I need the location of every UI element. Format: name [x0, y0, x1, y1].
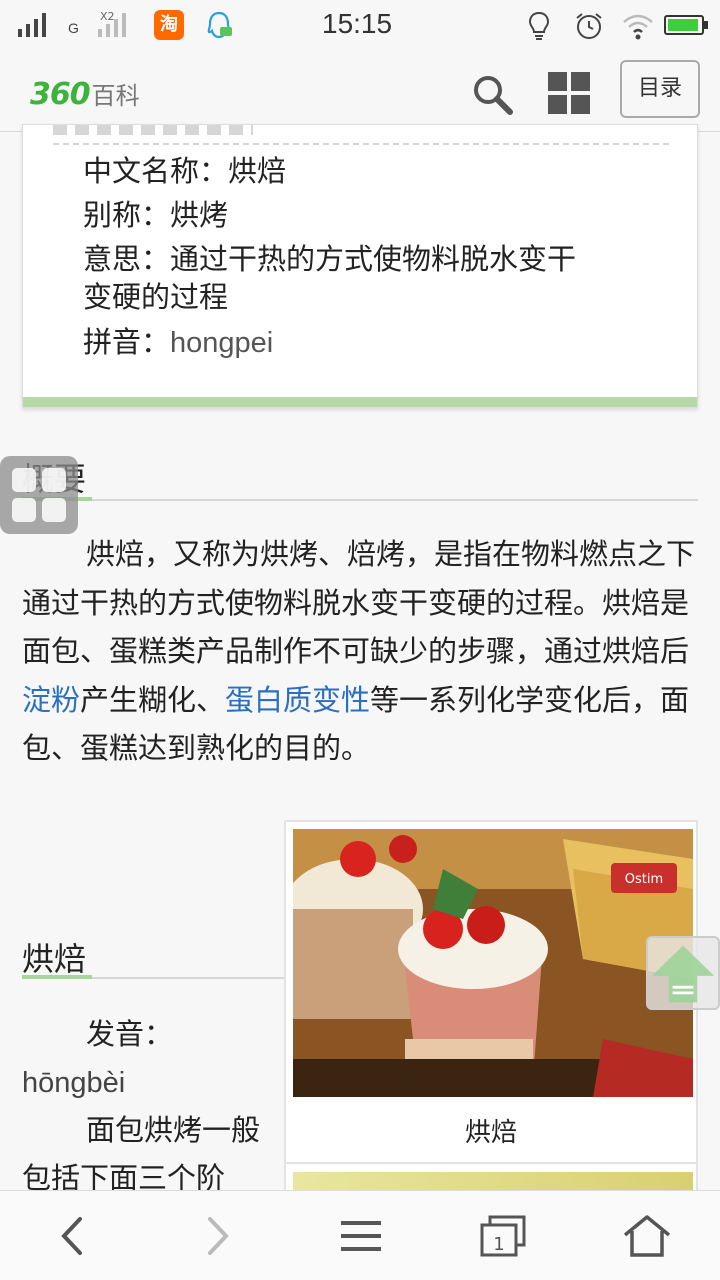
signal-icon	[18, 13, 58, 37]
pronunciation-label: 发音：	[86, 1017, 174, 1051]
tabs-icon[interactable]: 1	[478, 1213, 528, 1259]
section-hongbei-underline	[22, 975, 92, 979]
network-2-label: X2	[100, 10, 115, 23]
tabs-count: 1	[493, 1234, 504, 1255]
bottom-nav-bar: 1	[0, 1190, 720, 1280]
link-starch[interactable]: 淀粉	[22, 683, 80, 717]
floating-menu-button[interactable]	[0, 456, 78, 534]
qq-notification-icon	[207, 11, 232, 39]
forward-icon[interactable]	[192, 1213, 242, 1259]
section-hongbei-text: 面包烘烤一般包括下面三个阶	[22, 1113, 261, 1195]
menu-icon[interactable]	[336, 1213, 386, 1259]
toc-button[interactable]: 目录	[620, 60, 700, 118]
cake-photo[interactable]: Ostim	[293, 829, 693, 1097]
battery-icon	[664, 15, 708, 35]
clock: 15:15	[322, 8, 393, 39]
info-row-pinyin: 拼音：hongpei	[83, 325, 274, 359]
status-bar: G X2 淘 15:15	[0, 0, 720, 50]
wifi-icon	[623, 14, 653, 40]
logo[interactable]: 360 百科	[30, 76, 140, 112]
card-divider	[53, 143, 669, 145]
overview-paragraph: 烘焙，又称为烘烤、焙烤，是指在物料燃点之下通过干热的方式使物料脱水变干变硬的过程…	[22, 537, 696, 765]
section-hongbei-heading: 烘焙	[22, 940, 87, 978]
logo-number: 360	[30, 77, 91, 112]
info-row-meaning-cont: 变硬的过程	[83, 280, 229, 314]
overview-heading-rule	[22, 499, 698, 501]
back-icon[interactable]	[48, 1213, 98, 1259]
home-icon[interactable]	[622, 1213, 672, 1259]
alarm-icon	[576, 13, 602, 39]
apps-grid-icon[interactable]	[548, 72, 590, 114]
logo-text: 百科	[91, 82, 140, 110]
lightbulb-icon	[528, 11, 550, 40]
search-icon[interactable]	[470, 72, 514, 116]
card-bottom-bar	[23, 397, 697, 407]
info-card: 中文名称：烘焙 别称：烘烤 意思：通过干热的方式使物料脱水变干 变硬的过程 拼音…	[22, 124, 698, 408]
cake-illustration: Ostim	[293, 829, 693, 1097]
image-caption: 烘焙	[464, 1118, 517, 1148]
app-header: 360 百科 目录	[0, 50, 720, 132]
pronunciation-value: hōngbèi	[22, 1067, 126, 1099]
shop-sign-text: Ostim	[625, 872, 663, 887]
card-top-cut	[53, 125, 253, 135]
image-box[interactable]: Ostim 烘焙	[284, 820, 698, 1165]
network-type-label: G	[68, 20, 79, 36]
info-row-alias: 别称：烘烤	[83, 198, 229, 232]
link-protein-denaturation[interactable]: 蛋白质变性	[225, 683, 370, 717]
taobao-notification-icon: 淘	[154, 10, 184, 40]
info-row-meaning: 意思：通过干热的方式使物料脱水变干	[83, 242, 577, 276]
back-to-top-button[interactable]	[646, 936, 720, 1010]
info-row-name: 中文名称：烘焙	[83, 154, 287, 188]
